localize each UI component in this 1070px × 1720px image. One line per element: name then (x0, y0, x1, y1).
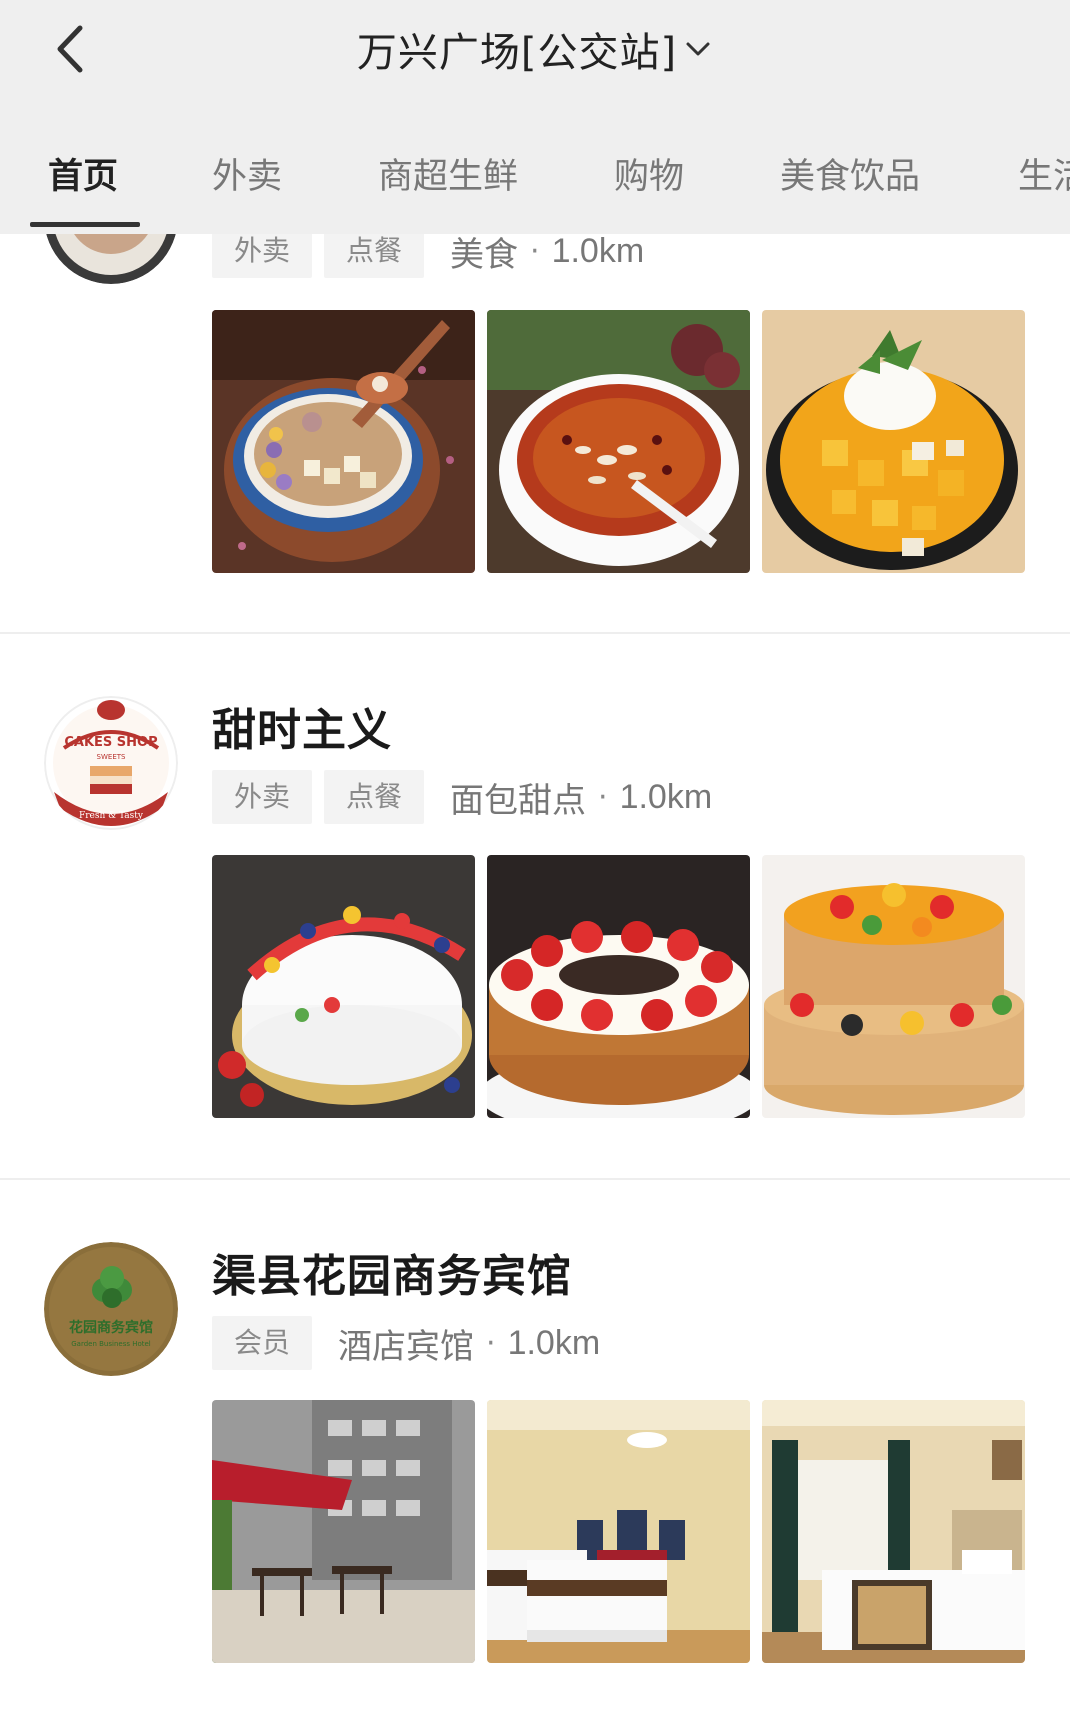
service-tag: 点餐 (324, 770, 425, 824)
shop-meta: 外卖 点餐 面包甜点 · 1.0km (212, 770, 712, 824)
shop-category: 面包甜点 (450, 780, 587, 821)
red-dessert-photo[interactable] (487, 310, 750, 573)
shop-photos (212, 855, 1025, 1118)
active-tab-indicator (30, 222, 140, 227)
shop-name[interactable]: 渠县花园商务宾馆 (212, 1240, 572, 1304)
separator-dot: · (598, 779, 608, 815)
shop-logo: 花园商务宾馆 Garden Business Hotel (44, 1242, 178, 1376)
service-tag: 会员 (212, 1316, 313, 1370)
tab-takeout[interactable]: 外卖 (212, 148, 282, 199)
separator-dot: · (486, 1325, 496, 1361)
shop-feed: 外卖 点餐 美食 · 1.0km CAKES SHOP SWEETS Fresh… (0, 0, 1070, 1720)
tab-food-drinks[interactable]: 美食饮品 (780, 148, 920, 199)
shop-category: 酒店宾馆 (338, 1326, 475, 1367)
tab-shopping[interactable]: 购物 (614, 148, 684, 199)
service-tag: 外卖 (212, 770, 313, 824)
shop-meta: 会员 酒店宾馆 · 1.0km (212, 1316, 600, 1370)
card-divider (0, 1178, 1070, 1180)
taro-dessert-photo[interactable] (212, 310, 475, 573)
tiered-cake-photo[interactable] (762, 855, 1025, 1118)
mango-ice-photo[interactable] (762, 310, 1025, 573)
location-title[interactable]: 万兴广场[公交站] (357, 20, 677, 78)
shop-distance: 1.0km (619, 777, 713, 816)
shop-distance: 1.0km (507, 1323, 601, 1362)
location-selector[interactable]: 万兴广场[公交站] (0, 14, 1070, 84)
card-divider (0, 632, 1070, 634)
logo-text: Garden Business Hotel (71, 1340, 151, 1348)
chevron-left-icon (57, 25, 83, 73)
tab-home[interactable]: 首页 (48, 148, 118, 199)
tab-supermarket[interactable]: 商超生鲜 (378, 148, 518, 199)
hotel-twin-room-photo[interactable] (487, 1400, 750, 1663)
shop-distance: 1.0km (551, 231, 645, 270)
chevron-down-icon[interactable] (683, 34, 713, 64)
strawberry-cake-photo[interactable] (487, 855, 750, 1118)
category-tabs: 首页 外卖 商超生鲜 购物 美食饮品 生活 (0, 134, 1070, 234)
shop-photos (212, 1400, 1025, 1663)
shop-photos (212, 310, 1025, 573)
hotel-terrace-photo[interactable] (212, 1400, 475, 1663)
logo-text: CAKES SHOP (64, 735, 157, 750)
logo-text: 花园商务宾馆 (69, 1319, 153, 1336)
tab-life[interactable]: 生活 (1018, 148, 1070, 199)
back-button[interactable] (30, 14, 110, 84)
logo-text: SWEETS (97, 753, 126, 761)
separator-dot: · (530, 233, 540, 269)
shop-name[interactable]: 甜时主义 (212, 694, 392, 758)
logo-text: Fresh & Tasty (79, 811, 144, 821)
top-header: 万兴广场[公交站] 首页 外卖 商超生鲜 购物 美食饮品 生活 (0, 0, 1070, 234)
shop-logo: CAKES SHOP SWEETS Fresh & Tasty (44, 696, 178, 830)
hotel-bedroom-photo[interactable] (762, 1400, 1025, 1663)
fruit-cake-photo[interactable] (212, 855, 475, 1118)
